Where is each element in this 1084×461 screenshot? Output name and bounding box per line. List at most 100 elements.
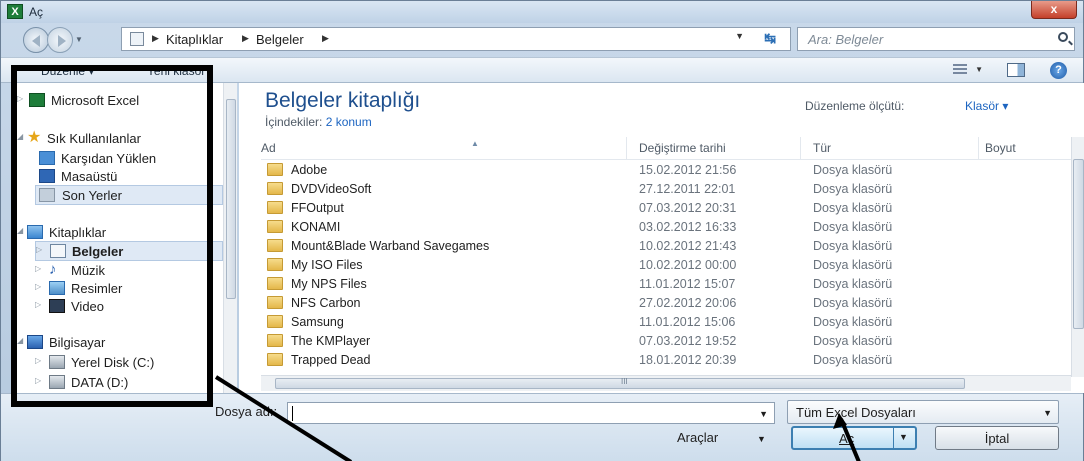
file-name: The KMPlayer	[291, 334, 371, 348]
preview-pane-icon[interactable]	[1007, 63, 1025, 77]
forward-button[interactable]	[47, 27, 73, 53]
folder-icon	[267, 334, 283, 347]
breadcrumb-belgeler[interactable]: Belgeler	[256, 32, 304, 47]
chevron-right-icon[interactable]: ▶	[242, 33, 249, 44]
title-bar: X Aç x	[1, 1, 1083, 23]
chevron-down-icon[interactable]: ▼	[757, 434, 766, 444]
file-row[interactable]: The KMPlayer 07.03.2012 19:52 Dosya klasör…	[261, 332, 1071, 351]
breadcrumb-kitapliklar[interactable]: Kitaplıklar	[166, 32, 223, 47]
cancel-button[interactable]: İptal	[935, 426, 1059, 450]
search-placeholder: Ara: Belgeler	[808, 32, 884, 47]
file-date: 10.02.2012 00:00	[639, 258, 737, 272]
folder-icon	[267, 182, 283, 195]
navigation-scrollbar[interactable]	[223, 83, 237, 405]
file-type-select[interactable]: Tüm Excel Dosyaları ▼	[787, 400, 1059, 424]
arrange-by-dropdown[interactable]: Klasör ▾	[965, 99, 1008, 113]
file-name: DVDVideoSoft	[291, 182, 372, 196]
file-date: 11.01.2012 15:06	[639, 315, 736, 329]
file-row[interactable]: My NPS Files 11.01.2012 15:07 Dosya klasör…	[261, 275, 1071, 294]
refresh-icon[interactable]: ↹	[764, 30, 776, 47]
includes-link[interactable]: 2 konum	[326, 115, 372, 129]
folder-icon	[267, 258, 283, 271]
folder-icon	[267, 220, 283, 233]
folder-icon	[267, 353, 283, 366]
folder-icon	[267, 296, 283, 309]
file-date: 18.01.2012 20:39	[639, 353, 737, 367]
chevron-down-icon[interactable]: ▼	[1043, 408, 1052, 418]
open-dialog-window: X Aç x ▼ ▶ Kitaplıklar ▶ Belgeler ▶ ▼ ↹ …	[0, 0, 1084, 461]
excel-icon: X	[7, 4, 23, 19]
column-header-date[interactable]: Değiştirme tarihi	[633, 137, 801, 159]
search-icon[interactable]	[1058, 32, 1068, 42]
search-input[interactable]: Ara: Belgeler	[797, 27, 1075, 51]
window-title: Aç	[29, 5, 44, 19]
chevron-right-icon[interactable]: ▶	[322, 33, 329, 44]
address-dropdown-icon[interactable]: ▼	[735, 31, 744, 41]
file-row[interactable]: FFOutput 07.03.2012 20:31 Dosya klasörü	[261, 199, 1071, 218]
file-date: 11.01.2012 15:07	[639, 277, 736, 291]
file-list-horizontal-scrollbar[interactable]: III	[261, 375, 1071, 391]
folder-icon	[267, 315, 283, 328]
open-button-label: Aç	[839, 431, 855, 446]
cancel-button-label: İptal	[984, 431, 1010, 446]
sort-arrow-icon: ▲	[471, 139, 479, 148]
view-options-icon[interactable]	[953, 64, 967, 76]
file-row[interactable]: Mount&Blade Warband Savegames 10.02.2012 …	[261, 237, 1071, 256]
tools-button[interactable]: Araçlar	[677, 430, 718, 445]
split-divider	[893, 428, 894, 448]
chevron-down-icon[interactable]: ▼	[759, 409, 768, 419]
arrange-by-label: Düzenleme ölçütü:	[805, 99, 905, 113]
file-name: Samsung	[291, 315, 344, 329]
file-name: My NPS Files	[291, 277, 367, 291]
filename-input[interactable]: ▼	[287, 402, 775, 424]
header-divider	[261, 159, 1071, 160]
file-row[interactable]: My ISO Files 10.02.2012 00:00 Dosya klasör…	[261, 256, 1071, 275]
file-type: Dosya klasörü	[813, 277, 893, 291]
back-button[interactable]	[23, 27, 49, 53]
chevron-down-icon[interactable]: ▼	[975, 65, 983, 74]
scrollbar-thumb[interactable]	[226, 99, 236, 299]
file-type: Dosya klasörü	[813, 201, 893, 215]
file-row[interactable]: Trapped Dead 18.01.2012 20:39 Dosya klasör…	[261, 351, 1071, 370]
file-type: Dosya klasörü	[813, 334, 893, 348]
file-date: 07.03.2012 20:31	[639, 201, 737, 215]
file-name: NFS Carbon	[291, 296, 361, 310]
file-date: 27.02.2012 20:06	[639, 296, 737, 310]
file-list-pane: Belgeler kitaplığı İçindekiler: 2 konum …	[239, 83, 1084, 393]
file-row[interactable]: Adobe 15.02.2012 21:56 Dosya klasörü	[261, 161, 1071, 180]
chevron-down-icon[interactable]: ▼	[899, 432, 908, 442]
folder-icon	[267, 239, 283, 252]
file-type: Dosya klasörü	[813, 258, 893, 272]
file-row[interactable]: DVDVideoSoft 27.12.2011 22:01 Dosya klasör…	[261, 180, 1071, 199]
file-row[interactable]: Samsung 11.01.2012 15:06 Dosya klasörü	[261, 313, 1071, 332]
file-row[interactable]: NFS Carbon 27.02.2012 20:06 Dosya klasörü	[261, 294, 1071, 313]
file-name: Mount&Blade Warband Savegames	[291, 239, 490, 253]
folder-icon	[267, 163, 283, 176]
library-title: Belgeler kitaplığı	[265, 89, 421, 112]
file-name: FFOutput	[291, 201, 344, 215]
file-name: KONAMI	[291, 220, 341, 234]
file-row[interactable]: KONAMI 03.02.2012 16:33 Dosya klasörü	[261, 218, 1071, 237]
column-header-size[interactable]: Boyut	[979, 137, 1071, 159]
file-date: 07.03.2012 19:52	[639, 334, 737, 348]
recent-pages-dropdown[interactable]: ▼	[75, 35, 83, 44]
library-icon	[130, 32, 144, 46]
address-bar[interactable]: ▶ Kitaplıklar ▶ Belgeler ▶ ▼ ↹	[121, 27, 791, 51]
file-name: My ISO Files	[291, 258, 363, 272]
scrollbar-thumb[interactable]	[275, 378, 965, 389]
file-list-vertical-scrollbar[interactable]	[1071, 137, 1084, 377]
file-type: Dosya klasörü	[813, 315, 893, 329]
column-header-type[interactable]: Tür	[807, 137, 979, 159]
column-header-name[interactable]: Ad	[255, 137, 627, 159]
chevron-right-icon[interactable]: ▶	[152, 33, 159, 44]
close-button[interactable]: x	[1031, 1, 1077, 19]
address-row: ▼ ▶ Kitaplıklar ▶ Belgeler ▶ ▼ ↹ Ara: Be…	[1, 25, 1083, 55]
file-type: Dosya klasörü	[813, 239, 893, 253]
file-type-value: Tüm Excel Dosyaları	[796, 405, 916, 420]
library-includes: İçindekiler: 2 konum	[265, 115, 372, 129]
file-date: 03.02.2012 16:33	[639, 220, 737, 234]
file-type: Dosya klasörü	[813, 220, 893, 234]
help-icon[interactable]: ?	[1050, 62, 1067, 79]
scrollbar-thumb[interactable]	[1073, 159, 1084, 329]
open-button[interactable]: Aç ▼	[791, 426, 917, 450]
